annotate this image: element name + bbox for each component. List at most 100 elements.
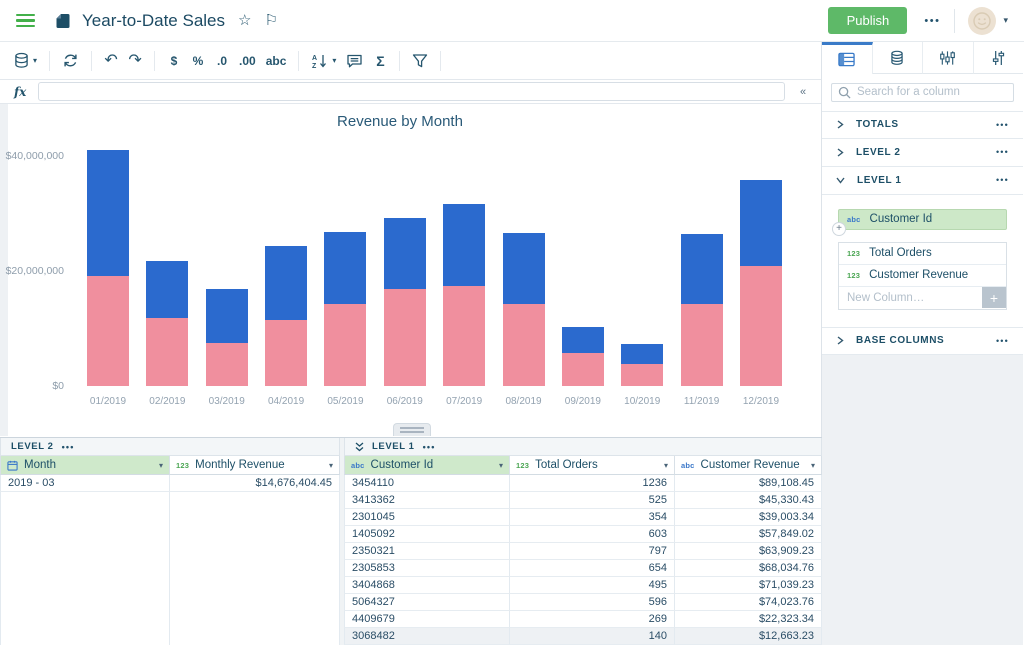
column-header-customer-id[interactable]: abc Customer Id ▾ <box>344 456 510 475</box>
bar-segment-top[interactable] <box>324 232 367 304</box>
bar-segment-bottom[interactable] <box>621 364 664 386</box>
collapse-formula-icon[interactable]: « <box>795 86 811 98</box>
increase-decimal-button[interactable]: .00 <box>234 48 261 74</box>
cell-monthly-revenue[interactable]: $14,676,404.45 <box>170 475 340 492</box>
stacked-bar-07/2019[interactable] <box>443 204 486 386</box>
bar-segment-top[interactable] <box>146 260 189 319</box>
column-header-customer-revenue[interactable]: abc Customer Revenue ▾ <box>675 456 822 475</box>
table-row[interactable]: 2305853 654 $68,034.76 <box>344 560 822 577</box>
stacked-bar-10/2019[interactable] <box>621 344 664 386</box>
cell-total-orders[interactable]: 603 <box>510 526 675 543</box>
table-row[interactable]: 3413362 525 $45,330.43 <box>344 492 822 509</box>
cell-customer-revenue[interactable]: $71,039.23 <box>675 577 822 594</box>
bar-segment-bottom[interactable] <box>146 318 189 386</box>
cell-total-orders[interactable]: 354 <box>510 509 675 526</box>
column-menu-caret-icon[interactable]: ▾ <box>811 461 815 470</box>
column-header-month[interactable]: Month ▾ <box>0 456 170 475</box>
cell-customer-id[interactable]: 1405092 <box>344 526 510 543</box>
data-source-button[interactable]: ▾ <box>8 48 42 74</box>
percent-format-button[interactable]: % <box>186 48 210 74</box>
decrease-decimal-button[interactable]: .0 <box>210 48 234 74</box>
table-row[interactable]: 1405092 603 $57,849.02 <box>344 526 822 543</box>
more-menu-icon[interactable]: ••• <box>62 442 75 452</box>
currency-format-button[interactable]: $ <box>162 48 186 74</box>
table-row[interactable]: 3404868 495 $71,039.23 <box>344 577 822 594</box>
table-row[interactable]: 4409679 269 $22,323.34 <box>344 611 822 628</box>
panel-level2[interactable]: LEVEL 2 ••• <box>822 139 1023 167</box>
bar-segment-bottom[interactable] <box>739 266 782 386</box>
bar-segment-top[interactable] <box>502 233 545 304</box>
bar-segment-bottom[interactable] <box>561 352 604 386</box>
cell-customer-revenue[interactable]: $45,330.43 <box>675 492 822 509</box>
cell-customer-revenue[interactable]: $39,003.34 <box>675 509 822 526</box>
column-header-total-orders[interactable]: 123 Total Orders ▾ <box>510 456 675 475</box>
cell-customer-id[interactable]: 3404868 <box>344 577 510 594</box>
add-grouping-icon[interactable]: + <box>832 221 846 236</box>
undo-button[interactable]: ↶ <box>99 48 123 74</box>
bar-segment-bottom[interactable] <box>87 276 129 386</box>
panel-totals[interactable]: TOTALS ••• <box>822 110 1023 139</box>
more-menu-icon[interactable]: ••• <box>423 442 436 452</box>
bar-segment-top[interactable] <box>680 233 723 304</box>
grouping-column-customer-id[interactable]: abc Customer Id + <box>832 208 1007 236</box>
cell-total-orders[interactable]: 654 <box>510 560 675 577</box>
cell-customer-revenue[interactable]: $68,034.76 <box>675 560 822 577</box>
cell-customer-id[interactable]: 2350321 <box>344 543 510 560</box>
stacked-bar-03/2019[interactable] <box>205 288 248 386</box>
level1-table-header-bar[interactable]: LEVEL 1 ••• <box>344 438 822 456</box>
account-caret-icon[interactable]: ▾ <box>1003 15 1008 26</box>
bar-segment-top[interactable] <box>443 204 486 286</box>
bar-segment-bottom[interactable] <box>502 303 545 386</box>
sum-button[interactable]: Σ <box>368 48 392 74</box>
stacked-bar-01/2019[interactable] <box>87 150 129 386</box>
chart-element[interactable]: Revenue by Month $40,000,000 $20,000,000… <box>0 104 821 436</box>
comment-button[interactable] <box>341 48 368 74</box>
cell-customer-revenue[interactable]: $89,108.45 <box>675 475 822 492</box>
cell-customer-id[interactable]: 2301045 <box>344 509 510 526</box>
column-menu-caret-icon[interactable]: ▾ <box>159 461 163 470</box>
panel-base-columns[interactable]: BASE COLUMNS ••• <box>822 326 1023 355</box>
resize-handle[interactable] <box>393 423 431 436</box>
add-column-button[interactable]: + <box>982 287 1006 308</box>
bar-segment-bottom[interactable] <box>324 303 367 386</box>
table-row[interactable]: 2301045 354 $39,003.34 <box>344 509 822 526</box>
bar-segment-top[interactable] <box>87 150 129 277</box>
bar-segment-top[interactable] <box>621 344 664 365</box>
stacked-bar-05/2019[interactable] <box>324 232 367 386</box>
stacked-bar-12/2019[interactable] <box>739 180 782 386</box>
more-menu-icon[interactable]: ••• <box>996 336 1009 346</box>
stacked-bar-11/2019[interactable] <box>680 233 723 386</box>
more-menu-icon[interactable]: ••• <box>996 120 1009 130</box>
bar-segment-bottom[interactable] <box>205 343 248 386</box>
table-row[interactable]: 3068482 140 $12,663.23 <box>344 628 822 645</box>
filter-button[interactable] <box>407 48 433 74</box>
tab-data-sources[interactable] <box>872 42 923 74</box>
cell-customer-revenue[interactable]: $12,663.23 <box>675 628 822 645</box>
bar-segment-top[interactable] <box>383 218 426 289</box>
cell-customer-revenue[interactable]: $22,323.34 <box>675 611 822 628</box>
column-menu-caret-icon[interactable]: ▾ <box>329 461 333 470</box>
bar-segment-bottom[interactable] <box>443 285 486 386</box>
sort-button[interactable]: AZ ▾ <box>306 48 341 74</box>
cell-month[interactable]: 2019 - 03 <box>0 475 170 492</box>
tab-controls[interactable] <box>973 42 1023 74</box>
stacked-bar-02/2019[interactable] <box>146 260 189 386</box>
cell-total-orders[interactable]: 1236 <box>510 475 675 492</box>
bar-segment-bottom[interactable] <box>680 303 723 386</box>
bar-segment-top[interactable] <box>739 180 782 267</box>
level2-table-header-bar[interactable]: LEVEL 2 ••• <box>0 438 340 456</box>
bar-segment-bottom[interactable] <box>265 319 308 386</box>
avatar[interactable] <box>968 6 997 35</box>
cell-customer-revenue[interactable]: $74,023.76 <box>675 594 822 611</box>
double-chevron-down-icon[interactable] <box>355 442 364 452</box>
cell-customer-revenue[interactable]: $57,849.02 <box>675 526 822 543</box>
stacked-bar-04/2019[interactable] <box>265 246 308 386</box>
redo-button[interactable]: ↷ <box>123 48 147 74</box>
menu-icon[interactable] <box>16 13 35 28</box>
favorite-star-icon[interactable]: ☆ <box>238 13 251 28</box>
cell-customer-id[interactable]: 3413362 <box>344 492 510 509</box>
stacked-bar-09/2019[interactable] <box>561 326 604 386</box>
search-input[interactable] <box>831 82 1014 102</box>
more-menu-icon[interactable]: ••• <box>924 15 940 27</box>
bar-segment-top[interactable] <box>205 288 248 344</box>
